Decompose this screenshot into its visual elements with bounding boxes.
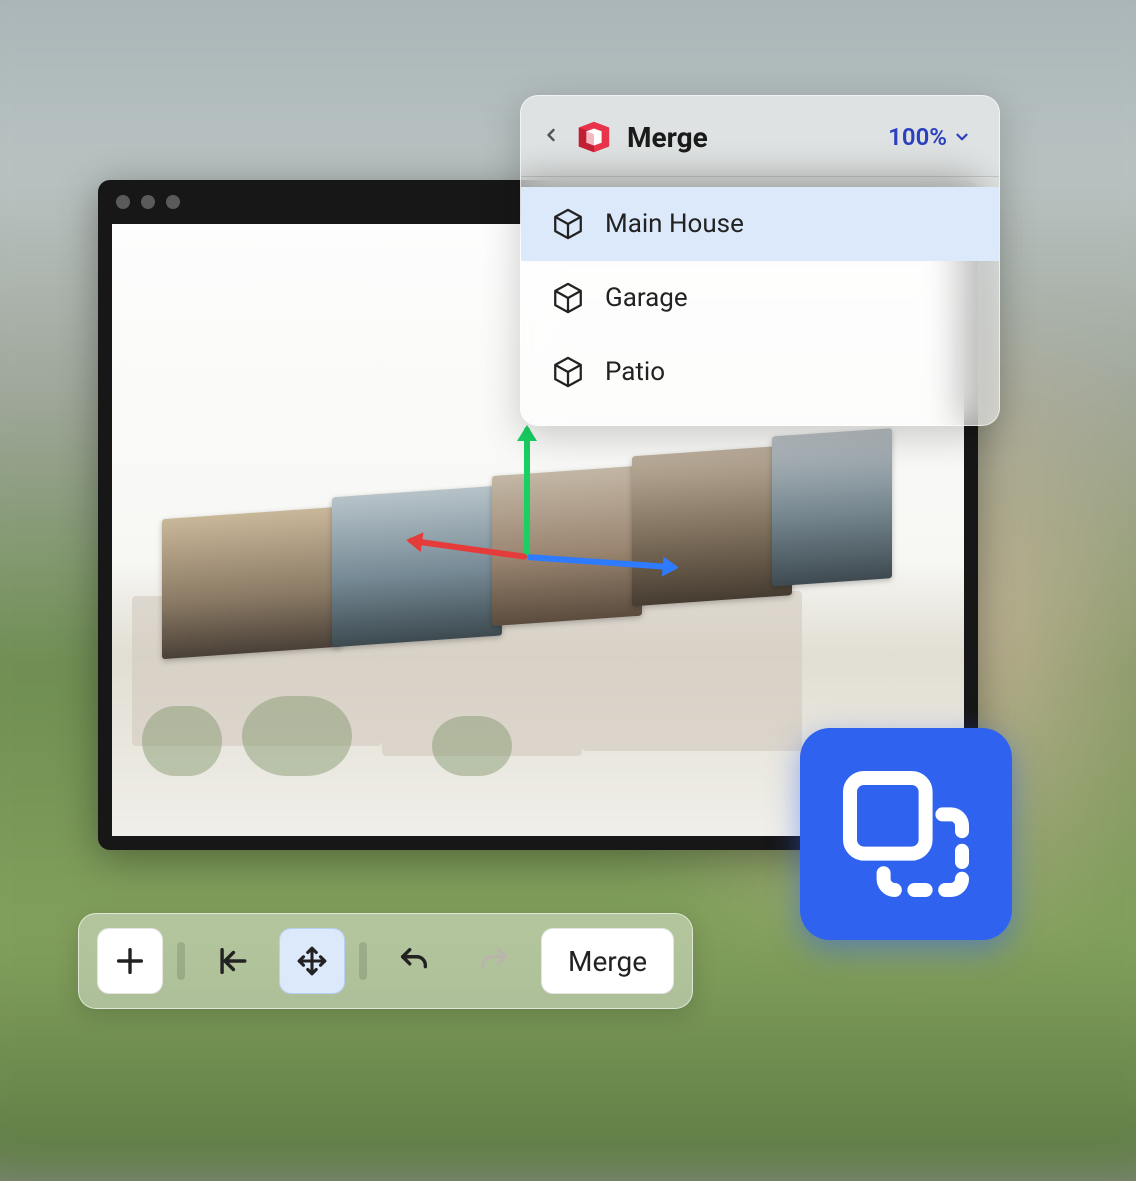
zoom-value: 100% bbox=[888, 123, 947, 151]
scene-bush bbox=[242, 696, 352, 776]
model-chunk bbox=[772, 428, 892, 586]
merge-panel: Merge 100% Main House Garage Patio bbox=[520, 95, 1000, 426]
undo-icon bbox=[397, 944, 431, 978]
brand-logo-icon bbox=[575, 118, 613, 156]
model-item-label: Main House bbox=[605, 209, 744, 239]
zoom-dropdown[interactable]: 100% bbox=[888, 123, 971, 151]
panel-divider bbox=[521, 176, 999, 177]
model-chunk bbox=[162, 507, 342, 660]
transform-gizmo[interactable] bbox=[427, 414, 627, 594]
arrow-bar-left-icon bbox=[215, 944, 249, 978]
move-tool-button[interactable] bbox=[279, 928, 345, 994]
model-chunk bbox=[632, 445, 792, 606]
toolbar-separator bbox=[359, 942, 367, 980]
model-item-patio[interactable]: Patio bbox=[521, 335, 999, 409]
cube-icon bbox=[551, 355, 585, 389]
scene-bush bbox=[142, 706, 222, 776]
window-dot-zoom[interactable] bbox=[166, 195, 180, 209]
back-icon[interactable] bbox=[541, 125, 561, 149]
model-item-garage[interactable]: Garage bbox=[521, 261, 999, 335]
toolbar-separator bbox=[177, 942, 185, 980]
plus-icon bbox=[113, 944, 147, 978]
redo-icon bbox=[477, 944, 511, 978]
merge-feature-badge bbox=[800, 728, 1012, 940]
scene-bush bbox=[432, 716, 512, 776]
model-list: Main House Garage Patio bbox=[521, 187, 999, 425]
panel-title: Merge bbox=[627, 121, 874, 154]
bottom-toolbar: Merge bbox=[78, 913, 693, 1009]
reset-position-button[interactable] bbox=[199, 928, 265, 994]
window-dot-minimize[interactable] bbox=[141, 195, 155, 209]
cube-icon bbox=[551, 207, 585, 241]
merge-button[interactable]: Merge bbox=[541, 928, 674, 994]
merge-button-label: Merge bbox=[568, 945, 647, 978]
redo-button[interactable] bbox=[461, 928, 527, 994]
merge-shapes-icon bbox=[836, 764, 976, 904]
model-item-label: Patio bbox=[605, 357, 665, 387]
window-dot-close[interactable] bbox=[116, 195, 130, 209]
panel-header: Merge 100% bbox=[521, 96, 999, 176]
model-item-label: Garage bbox=[605, 283, 688, 313]
gizmo-axis-y[interactable] bbox=[524, 427, 530, 557]
undo-button[interactable] bbox=[381, 928, 447, 994]
add-button[interactable] bbox=[97, 928, 163, 994]
chevron-down-icon bbox=[953, 128, 971, 146]
cube-icon bbox=[551, 281, 585, 315]
move-arrows-icon bbox=[295, 944, 329, 978]
model-item-main-house[interactable]: Main House bbox=[521, 187, 999, 261]
